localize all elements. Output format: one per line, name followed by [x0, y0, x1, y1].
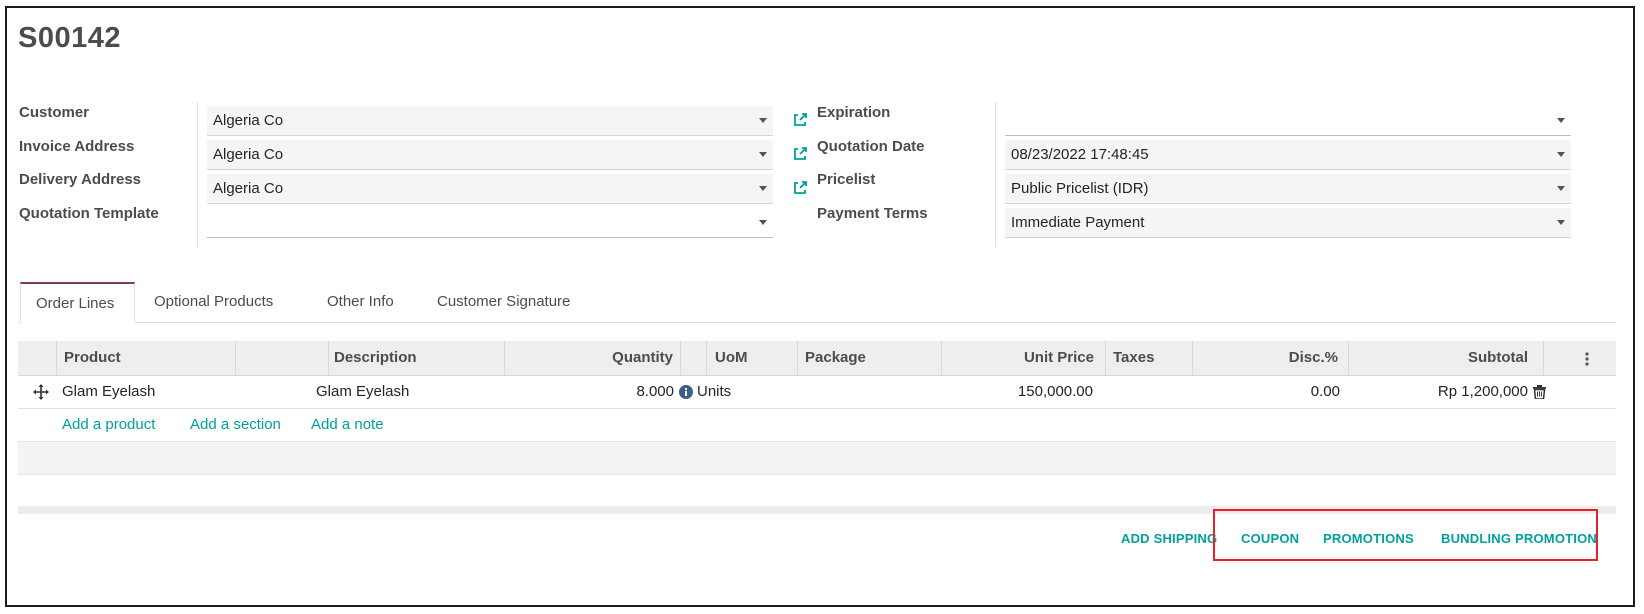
dropdown-caret-icon[interactable] — [1557, 152, 1565, 157]
customer-label: Customer — [19, 104, 90, 121]
column-product[interactable]: Product — [64, 341, 121, 375]
quotation-template-field[interactable] — [207, 208, 773, 238]
column-separator — [680, 341, 681, 375]
add-line-row: Add a product Add a section Add a note — [18, 409, 1616, 442]
column-discount[interactable]: Disc.% — [1258, 341, 1338, 375]
quotation-date-field[interactable]: 08/23/2022 17:48:45 — [1005, 140, 1571, 170]
empty-row — [18, 442, 1616, 475]
external-link-icon[interactable] — [792, 112, 808, 128]
pricelist-field[interactable]: Public Pricelist (IDR) — [1005, 174, 1571, 204]
dropdown-caret-icon[interactable] — [1557, 220, 1565, 225]
optional-columns-icon[interactable] — [1585, 352, 1589, 366]
drag-handle-icon[interactable] — [33, 384, 49, 400]
tab-customer-signature[interactable]: Customer Signature — [437, 282, 570, 322]
expiration-field[interactable] — [1005, 106, 1571, 136]
record-title: S00142 — [18, 22, 121, 54]
pricelist-label: Pricelist — [817, 171, 876, 188]
add-section-link[interactable]: Add a section — [190, 409, 281, 441]
column-separator — [56, 341, 57, 375]
column-separator — [706, 341, 707, 375]
column-description[interactable]: Description — [334, 341, 417, 375]
tab-optional-products[interactable]: Optional Products — [154, 282, 273, 322]
column-quantity[interactable]: Quantity — [589, 341, 673, 375]
row-subtotal: Rp 1,200,000 — [1437, 383, 1528, 400]
dropdown-caret-icon[interactable] — [759, 220, 767, 225]
column-uom[interactable]: UoM — [715, 341, 748, 375]
quotation-date-value: 08/23/2022 17:48:45 — [1011, 146, 1149, 163]
empty-row — [18, 475, 1616, 507]
quotation-template-label: Quotation Template — [19, 205, 159, 222]
dropdown-caret-icon[interactable] — [1557, 118, 1565, 123]
invoice-address-field[interactable]: Algeria Co — [207, 140, 773, 170]
column-subtotal[interactable]: Subtotal — [1428, 341, 1528, 375]
column-separator — [1192, 341, 1193, 375]
invoice-address-value: Algeria Co — [213, 146, 284, 163]
customer-value: Algeria Co — [213, 112, 284, 129]
dropdown-caret-icon[interactable] — [1557, 186, 1565, 191]
add-shipping-button[interactable]: ADD SHIPPING — [1121, 531, 1217, 546]
add-product-link[interactable]: Add a product — [62, 409, 155, 441]
column-taxes[interactable]: Taxes — [1113, 341, 1154, 375]
column-package[interactable]: Package — [805, 341, 866, 375]
right-field-separator — [995, 102, 996, 247]
pricelist-value: Public Pricelist (IDR) — [1011, 180, 1149, 197]
delivery-address-value: Algeria Co — [213, 180, 284, 197]
add-note-link[interactable]: Add a note — [311, 409, 384, 441]
column-separator — [941, 341, 942, 375]
payment-terms-field[interactable]: Immediate Payment — [1005, 208, 1571, 238]
row-unit-price[interactable]: 150,000.00 — [968, 376, 1093, 408]
column-separator — [1543, 341, 1544, 375]
external-link-icon[interactable] — [792, 180, 808, 196]
column-separator — [797, 341, 798, 375]
row-product[interactable]: Glam Eyelash — [62, 376, 155, 408]
payment-terms-value: Immediate Payment — [1011, 214, 1145, 231]
dropdown-caret-icon[interactable] — [759, 152, 767, 157]
table-row[interactable]: Glam Eyelash Glam Eyelash 8.000 Units 15… — [18, 376, 1616, 409]
delivery-address-field[interactable]: Algeria Co — [207, 174, 773, 204]
highlight-box — [1213, 509, 1598, 561]
notebook-tabs: Order Lines Optional Products Other Info… — [18, 282, 1616, 323]
tab-other-info[interactable]: Other Info — [327, 282, 394, 322]
quotation-date-label: Quotation Date — [817, 138, 925, 155]
left-field-separator — [197, 102, 198, 247]
column-separator — [328, 341, 329, 375]
external-link-icon[interactable] — [792, 146, 808, 162]
row-quantity[interactable]: 8.000 — [578, 376, 674, 408]
delivery-address-label: Delivery Address — [19, 171, 142, 188]
info-icon[interactable] — [679, 385, 693, 399]
dropdown-caret-icon[interactable] — [759, 118, 767, 123]
trash-icon[interactable] — [1533, 385, 1546, 399]
row-discount[interactable]: 0.00 — [1258, 376, 1340, 408]
expiration-label: Expiration — [817, 104, 891, 121]
row-uom[interactable]: Units — [697, 376, 731, 408]
row-description[interactable]: Glam Eyelash — [316, 376, 409, 408]
customer-field[interactable]: Algeria Co — [207, 106, 773, 136]
order-lines-header: Product Description Quantity UoM Package… — [18, 341, 1616, 376]
invoice-address-label: Invoice Address — [19, 138, 135, 155]
column-separator — [1105, 341, 1106, 375]
dropdown-caret-icon[interactable] — [759, 186, 767, 191]
column-separator — [1348, 341, 1349, 375]
column-separator — [504, 341, 505, 375]
payment-terms-label: Payment Terms — [817, 205, 928, 222]
tab-order-lines[interactable]: Order Lines — [20, 282, 135, 323]
column-separator — [235, 341, 236, 375]
column-unit-price[interactable]: Unit Price — [994, 341, 1094, 375]
